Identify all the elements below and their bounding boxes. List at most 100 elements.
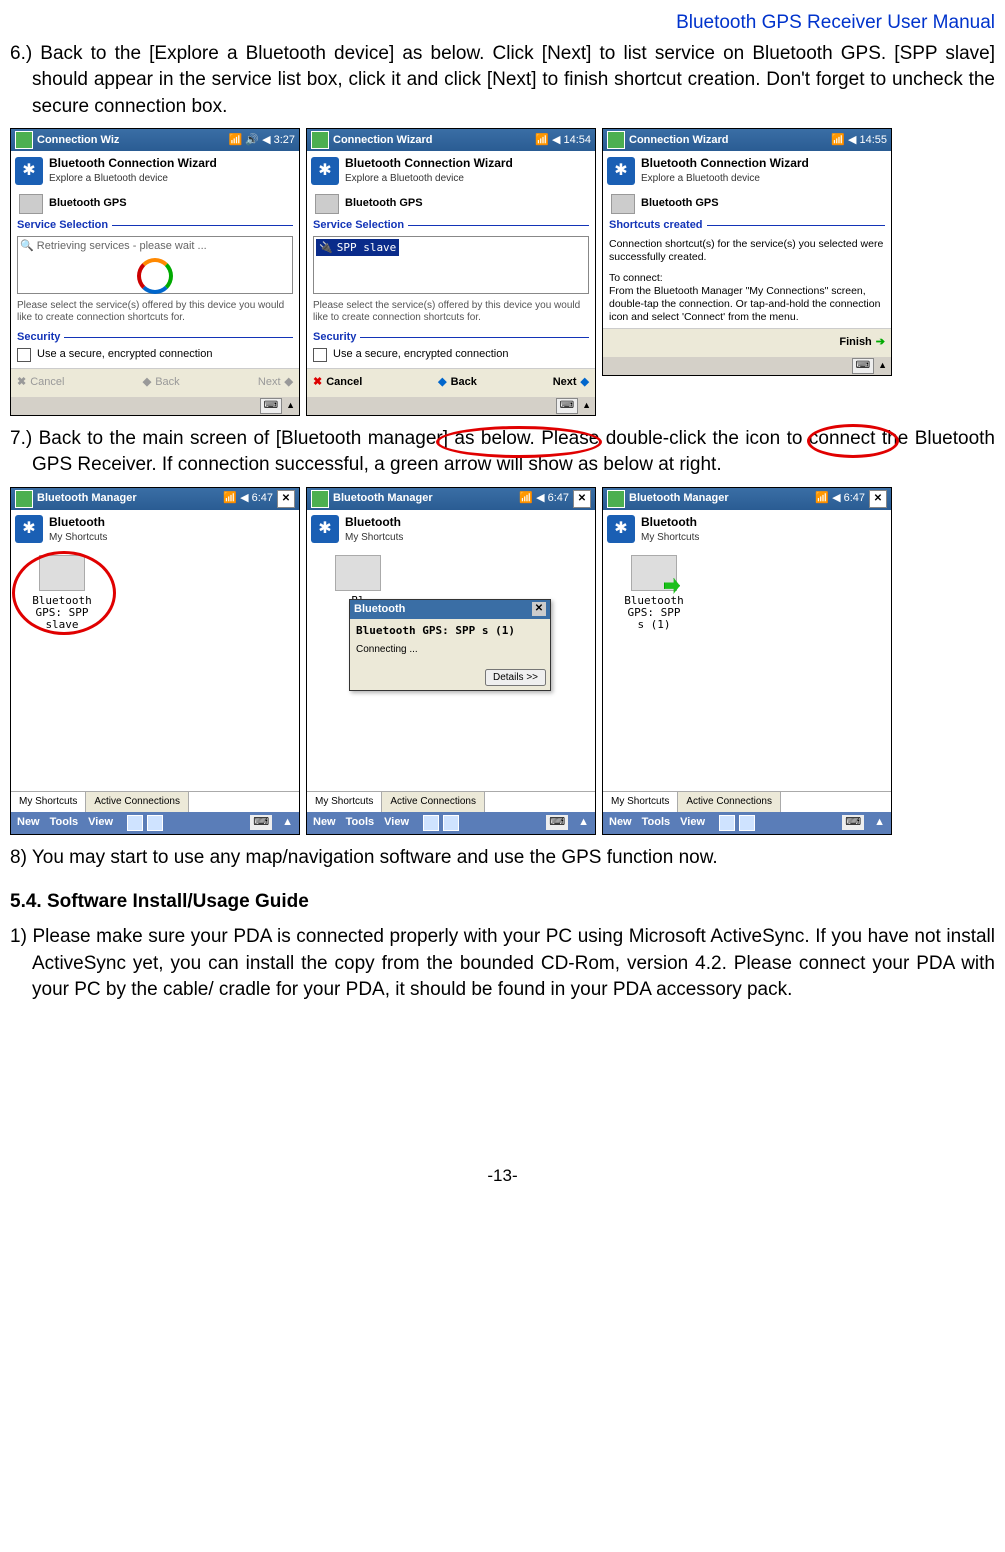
tray: 📶 ◀ 14:55 — [831, 133, 887, 148]
screenshot-row-2: Bluetooth Manager 📶 ◀ 6:47 ✕ ✱ Bluetooth… — [10, 487, 995, 835]
section-security: Security — [313, 330, 356, 345]
manager-subtitle: My Shortcuts — [345, 531, 403, 545]
start-icon — [15, 131, 33, 149]
icon-2[interactable] — [739, 815, 755, 831]
service-item-spp[interactable]: 🔌 SPP slave — [316, 239, 399, 256]
secure-label: Use a secure, encrypted connection — [333, 347, 509, 362]
sip-bar: ⌨▲ — [307, 397, 595, 415]
start-icon — [15, 490, 33, 508]
sip-up-icon[interactable]: ▲ — [878, 359, 887, 372]
menu-bar: New Tools View ⌨ ▲ — [307, 812, 595, 834]
connecting-popup: Bluetooth✕ Bluetooth GPS: SPP s (1) Conn… — [349, 599, 551, 691]
cancel-button[interactable]: ✖ Cancel — [313, 375, 362, 390]
screenshot-wizard-1: Connection Wiz 📶 🔊 ◀ 3:27 ✱ Bluetooth Co… — [10, 128, 300, 415]
step-8-text: 8) You may start to use any map/navigati… — [10, 845, 995, 872]
icon-2[interactable] — [147, 815, 163, 831]
menu-view[interactable]: View — [384, 815, 409, 830]
window-title: Connection Wiz — [37, 133, 119, 148]
helper-text: Please select the service(s) offered by … — [11, 298, 299, 330]
tray: 📶 🔊 ◀ 3:27 — [229, 133, 295, 148]
titlebar: Connection Wizard 📶 ◀ 14:55 — [603, 129, 891, 151]
spinner-icon — [137, 258, 173, 294]
icon-2[interactable] — [443, 815, 459, 831]
tab-my-shortcuts[interactable]: My Shortcuts — [11, 792, 86, 812]
menu-new[interactable]: New — [17, 815, 40, 830]
keyboard-icon[interactable]: ⌨ — [546, 815, 568, 830]
keyboard-icon[interactable]: ⌨ — [260, 398, 282, 414]
tab-my-shortcuts[interactable]: My Shortcuts — [603, 792, 678, 812]
back-button[interactable]: ◆Back — [438, 375, 477, 390]
titlebar: Connection Wiz 📶 🔊 ◀ 3:27 — [11, 129, 299, 151]
next-button[interactable]: Next ◆ — [553, 375, 589, 390]
sip-up-icon[interactable]: ▲ — [874, 815, 885, 830]
service-listbox[interactable]: 🔌 SPP slave — [313, 236, 589, 294]
keyboard-icon[interactable]: ⌨ — [852, 358, 874, 374]
tab-my-shortcuts[interactable]: My Shortcuts — [307, 792, 382, 812]
wizard-subtitle: Explore a Bluetooth device — [345, 172, 513, 186]
shortcut-item[interactable]: Bluetooth GPS: SPP slave — [17, 555, 107, 631]
sip-bar: ⌨▲ — [603, 357, 891, 375]
device-icon — [19, 194, 43, 214]
finish-button[interactable]: Finish ➔ — [839, 335, 885, 350]
titlebar: Bluetooth Manager 📶 ◀ 6:47 ✕ — [603, 488, 891, 510]
start-icon — [607, 490, 625, 508]
retrieving-text: 🔍 Retrieving services - please wait ... — [20, 239, 290, 254]
manager-subtitle: My Shortcuts — [641, 531, 699, 545]
menu-tools[interactable]: Tools — [642, 815, 671, 830]
icon-1[interactable] — [423, 815, 439, 831]
screenshot-wizard-3: Connection Wizard 📶 ◀ 14:55 ✱ Bluetooth … — [602, 128, 892, 375]
next-button[interactable]: Next ◆ — [258, 375, 293, 390]
popup-close-icon[interactable]: ✕ — [532, 602, 546, 616]
section-5-4-heading: 5.4. Software Install/Usage Guide — [10, 889, 995, 916]
menu-new[interactable]: New — [609, 815, 632, 830]
tab-row: My Shortcuts Active Connections — [11, 791, 299, 812]
sip-up-icon[interactable]: ▲ — [578, 815, 589, 830]
close-icon[interactable]: ✕ — [573, 490, 591, 508]
shortcut-icon-connected — [631, 555, 677, 591]
tab-active-connections[interactable]: Active Connections — [678, 792, 781, 812]
keyboard-icon[interactable]: ⌨ — [842, 815, 864, 830]
helper-text: Please select the service(s) offered by … — [307, 298, 595, 330]
cancel-button[interactable]: ✖ Cancel — [17, 375, 64, 390]
start-icon — [311, 490, 329, 508]
menu-tools[interactable]: Tools — [50, 815, 79, 830]
manager-heading: Bluetooth — [641, 514, 699, 531]
close-icon[interactable]: ✕ — [869, 490, 887, 508]
section-service: Service Selection — [313, 218, 404, 233]
titlebar: Bluetooth Manager 📶 ◀ 6:47 ✕ — [307, 488, 595, 510]
window-title: Connection Wizard — [629, 133, 729, 148]
sip-up-icon[interactable]: ▲ — [282, 815, 293, 830]
titlebar: Connection Wizard 📶 ◀ 14:54 — [307, 129, 595, 151]
service-listbox[interactable]: 🔍 Retrieving services - please wait ... — [17, 236, 293, 294]
sip-up-icon[interactable]: ▲ — [286, 399, 295, 412]
step-5-4-1-text: 1) Please make sure your PDA is connecte… — [10, 924, 995, 1004]
menu-view[interactable]: View — [88, 815, 113, 830]
step-6-text: 6.) Back to the [Explore a Bluetooth dev… — [10, 41, 995, 121]
shortcut-item[interactable]: Bluetooth GPS: SPP s (1) — [609, 555, 699, 631]
secure-checkbox[interactable] — [17, 348, 31, 362]
keyboard-icon[interactable]: ⌨ — [250, 815, 272, 830]
start-icon — [311, 131, 329, 149]
menu-new[interactable]: New — [313, 815, 336, 830]
sip-up-icon[interactable]: ▲ — [582, 399, 591, 412]
icon-1[interactable] — [719, 815, 735, 831]
step-7-text: 7.) Back to the main screen of [Bluetoot… — [10, 426, 995, 479]
created-text-1: Connection shortcut(s) for the service(s… — [603, 234, 891, 268]
tray: 📶 ◀ 6:47 — [223, 491, 273, 506]
device-icon — [315, 194, 339, 214]
menu-tools[interactable]: Tools — [346, 815, 375, 830]
wizard-heading: Bluetooth Connection Wizard — [49, 155, 217, 172]
tab-active-connections[interactable]: Active Connections — [382, 792, 485, 812]
screenshot-manager-1: Bluetooth Manager 📶 ◀ 6:47 ✕ ✱ Bluetooth… — [10, 487, 300, 835]
close-icon[interactable]: ✕ — [277, 490, 295, 508]
tab-active-connections[interactable]: Active Connections — [86, 792, 189, 812]
menu-view[interactable]: View — [680, 815, 705, 830]
icon-1[interactable] — [127, 815, 143, 831]
device-row: Bluetooth GPS — [603, 190, 891, 218]
details-button[interactable]: Details >> — [485, 669, 546, 686]
keyboard-icon[interactable]: ⌨ — [556, 398, 578, 414]
secure-checkbox[interactable] — [313, 348, 327, 362]
back-button[interactable]: ◆Back — [143, 375, 180, 390]
window-title: Bluetooth Manager — [333, 491, 433, 506]
section-service: Service Selection — [17, 218, 108, 233]
